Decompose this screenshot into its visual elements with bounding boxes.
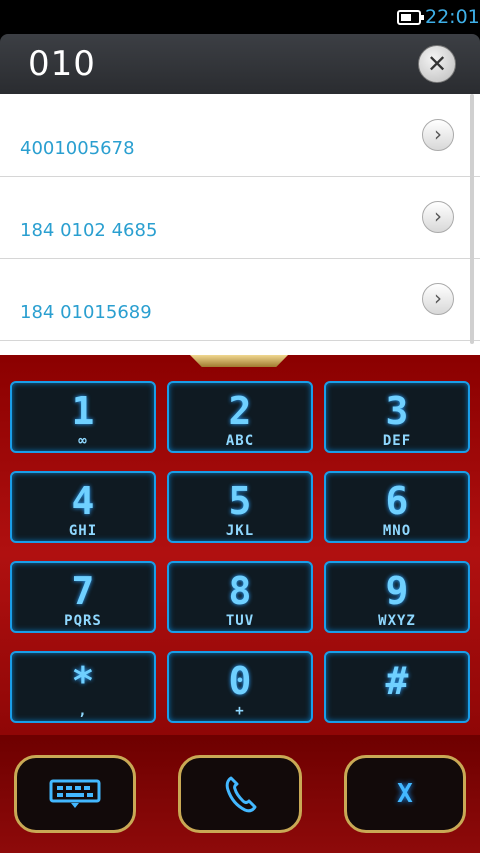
key-7[interactable]: 7 PQRS [10,561,156,633]
key-letters: TUV [225,613,255,629]
key-letters: WXYZ [378,613,416,629]
drag-handle[interactable] [190,355,288,367]
key-digit: 1 [71,389,95,433]
delete-button[interactable]: X [344,755,466,833]
key-letters: , [78,703,88,719]
matched-numbers-list: 4001005678 › 184 0102 4685 › 184 0101568… [0,94,480,356]
key-6[interactable]: 6 MNO [324,471,470,543]
key-letters: + [235,703,245,719]
keypad-toggle-button[interactable] [14,755,136,833]
key-digit: 9 [385,569,409,613]
phone-number: 4001005678 [20,138,135,159]
chevron-right-icon[interactable]: › [422,119,454,151]
keypad: 1 ∞ 2 ABC 3 DEF 4 GHI 5 JKL 6 MNO 7 PQRS… [0,373,480,733]
key-letters: ∞ [78,433,88,449]
key-digit: 6 [385,479,409,523]
chevron-right-icon[interactable]: › [422,283,454,315]
key-digit: * [71,659,95,703]
list-item[interactable]: 4001005678 › [0,94,480,177]
delete-icon: X [397,779,413,809]
key-digit: 3 [385,389,409,433]
key-3[interactable]: 3 DEF [324,381,470,453]
keyboard-icon [49,779,101,808]
phone-number: 184 0102 4685 [20,220,158,241]
key-digit: 0 [228,659,252,703]
key-letters: GHI [68,523,98,539]
key-5[interactable]: 5 JKL [167,471,313,543]
key-digit: 2 [228,389,252,433]
key-digit: 4 [71,479,95,523]
key-star[interactable]: * , [10,651,156,723]
list-item[interactable]: 184 0102 4685 › [0,176,480,259]
key-letters: ABC [225,433,255,449]
phone-icon [225,776,257,813]
key-2[interactable]: 2 ABC [167,381,313,453]
status-time: 22:01 [425,6,480,28]
dialer-panel: 1 ∞ 2 ABC 3 DEF 4 GHI 5 JKL 6 MNO 7 PQRS… [0,355,480,853]
close-icon[interactable]: ✕ [418,45,456,83]
key-letters: PQRS [64,613,102,629]
key-hash[interactable]: # [324,651,470,723]
chevron-right-icon[interactable]: › [422,201,454,233]
dialed-number: 010 [28,44,96,84]
key-digit: # [385,659,409,703]
key-digit: 5 [228,479,252,523]
key-4[interactable]: 4 GHI [10,471,156,543]
key-9[interactable]: 9 WXYZ [324,561,470,633]
key-letters: JKL [225,523,255,539]
key-8[interactable]: 8 TUV [167,561,313,633]
status-bar: 22:01 [0,0,480,34]
scrollbar[interactable] [470,94,474,344]
key-digit: 8 [228,569,252,613]
battery-icon [397,10,424,25]
dial-search-bar: 010 [0,34,480,94]
key-letters: MNO [382,523,412,539]
key-1[interactable]: 1 ∞ [10,381,156,453]
key-digit: 7 [71,569,95,613]
key-0[interactable]: 0 + [167,651,313,723]
call-button[interactable] [178,755,302,833]
key-letters: DEF [382,433,412,449]
list-item[interactable]: 184 01015689 › [0,258,480,341]
dialer-controls: X [0,735,480,853]
phone-number: 184 01015689 [20,302,152,323]
